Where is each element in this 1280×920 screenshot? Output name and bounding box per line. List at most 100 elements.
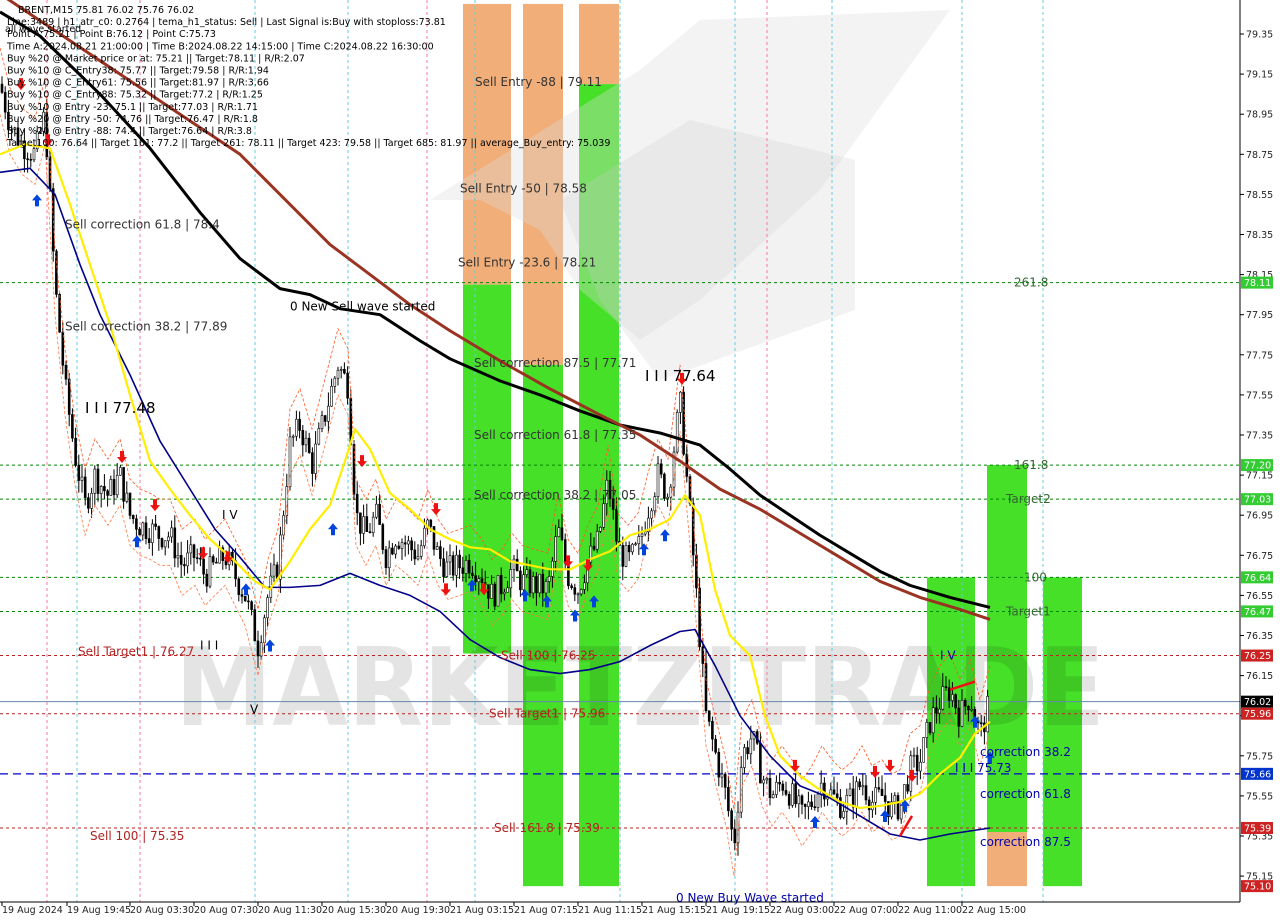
x-tick-label: 21 Aug 11:15 — [578, 905, 642, 916]
candle-body — [931, 707, 935, 734]
candle-body — [925, 721, 929, 738]
candle-body — [218, 547, 221, 564]
candle-body — [714, 738, 717, 753]
candle-body — [557, 527, 561, 537]
chart-label: Sell Entry -50 | 78.58 — [460, 181, 587, 195]
candle-body — [771, 794, 775, 799]
candle-body — [858, 781, 861, 788]
candle-body — [122, 467, 125, 502]
x-tick-label: 20 Aug 03:30 — [130, 905, 194, 916]
candle-body — [403, 542, 407, 545]
candle-body — [423, 527, 426, 547]
candle-body — [781, 783, 785, 791]
candle-body — [480, 578, 484, 583]
candle-body — [96, 468, 100, 494]
candle-body — [800, 795, 804, 805]
candle-body — [80, 476, 84, 481]
candle-body — [112, 479, 116, 496]
candle-body — [791, 783, 794, 806]
candle-body — [125, 492, 129, 502]
chart-label: Sell Entry -88 | 79.11 — [475, 75, 602, 89]
y-tick-label: 78.75 — [1246, 150, 1273, 161]
candle-body — [915, 754, 919, 772]
candle-body — [448, 555, 452, 563]
candle-body — [653, 496, 657, 512]
x-tick-label: 22 Aug 11:00 — [898, 905, 962, 916]
price-badge-label: 77.03 — [1244, 495, 1271, 506]
candle-body — [455, 554, 458, 576]
y-tick-label: 76.55 — [1246, 591, 1273, 602]
candle-body — [195, 557, 199, 560]
chart-label: Sell correction 38.2 | 77.89 — [65, 320, 227, 334]
candle-body — [253, 609, 257, 642]
candle-body — [867, 799, 871, 811]
candle-body — [359, 512, 362, 534]
candle-body — [519, 570, 522, 591]
candle-body — [250, 601, 253, 610]
x-tick-label: 19 Aug 2024 — [2, 905, 63, 916]
wave-started-label: all wave started — [5, 24, 81, 35]
candle-body — [208, 556, 212, 587]
chart-label: Sell 100 | 76.25 — [501, 649, 595, 663]
candle-body — [256, 640, 260, 657]
candle-body — [368, 531, 372, 533]
candle-body — [394, 545, 397, 555]
candle-body — [375, 503, 378, 518]
y-tick-label: 77.15 — [1246, 471, 1273, 482]
candle-body — [343, 368, 346, 374]
candle-body — [442, 558, 445, 578]
candle-body — [621, 545, 625, 567]
price-chart[interactable]: MARKETZITRADE Sell Entry -88 | 79.11 Sell… — [0, 0, 1280, 920]
candle-body — [727, 787, 730, 812]
candle-body — [211, 556, 215, 563]
candle-body — [157, 526, 161, 539]
x-tick-label: 19 Aug 19:45 — [67, 905, 131, 916]
chart-label: I I I 77.64 — [645, 367, 716, 385]
info-line: Time A:2024.08.21 21:00:00 | Time B:2024… — [6, 41, 434, 52]
x-tick-label: 22 Aug 07:00 — [834, 905, 898, 916]
candle-body — [631, 543, 634, 553]
price-badge-label: 78.11 — [1244, 278, 1271, 289]
x-tick-label: 20 Aug 15:30 — [322, 905, 386, 916]
candle-body — [807, 801, 810, 807]
candle-body — [77, 465, 81, 481]
price-badge-label: 75.66 — [1244, 769, 1271, 780]
candle-body — [410, 540, 413, 551]
candle-body — [762, 779, 765, 784]
candle-body — [547, 576, 551, 582]
candle-body — [883, 795, 887, 802]
candle-body — [544, 581, 548, 594]
candle-body — [323, 415, 327, 422]
candle-body — [525, 569, 529, 575]
candle-body — [288, 436, 292, 487]
info-line: Buy %20 @ Entry -50: 74.76 || Target:76.… — [7, 114, 258, 125]
y-tick-label: 77.95 — [1246, 310, 1273, 321]
candle-body — [835, 793, 839, 798]
candle-body — [615, 509, 618, 542]
candle-body — [499, 575, 503, 595]
candle-body — [381, 524, 385, 550]
candle-body — [855, 781, 858, 808]
candle-body — [115, 474, 119, 496]
candle-body — [819, 782, 823, 795]
candle-body — [67, 378, 71, 415]
candle-body — [295, 418, 298, 437]
candle-body — [215, 561, 218, 564]
candle-body — [154, 523, 157, 527]
candle-body — [314, 443, 317, 474]
candle-body — [679, 391, 682, 413]
y-tick-label: 77.75 — [1246, 350, 1273, 361]
candle-body — [327, 405, 330, 422]
candle-body — [167, 536, 170, 542]
candle-body — [407, 540, 410, 545]
chart-label: correction 38.2 — [980, 745, 1071, 759]
x-tick-label: 21 Aug 07:15 — [514, 905, 578, 916]
candle-body — [311, 452, 314, 474]
candle-body — [928, 721, 932, 734]
y-tick-label: 78.95 — [1246, 110, 1273, 121]
candle-body — [144, 522, 148, 539]
candle-body — [163, 540, 167, 548]
candle-body — [83, 476, 87, 498]
candle-body — [179, 555, 183, 565]
candle-body — [935, 707, 938, 714]
